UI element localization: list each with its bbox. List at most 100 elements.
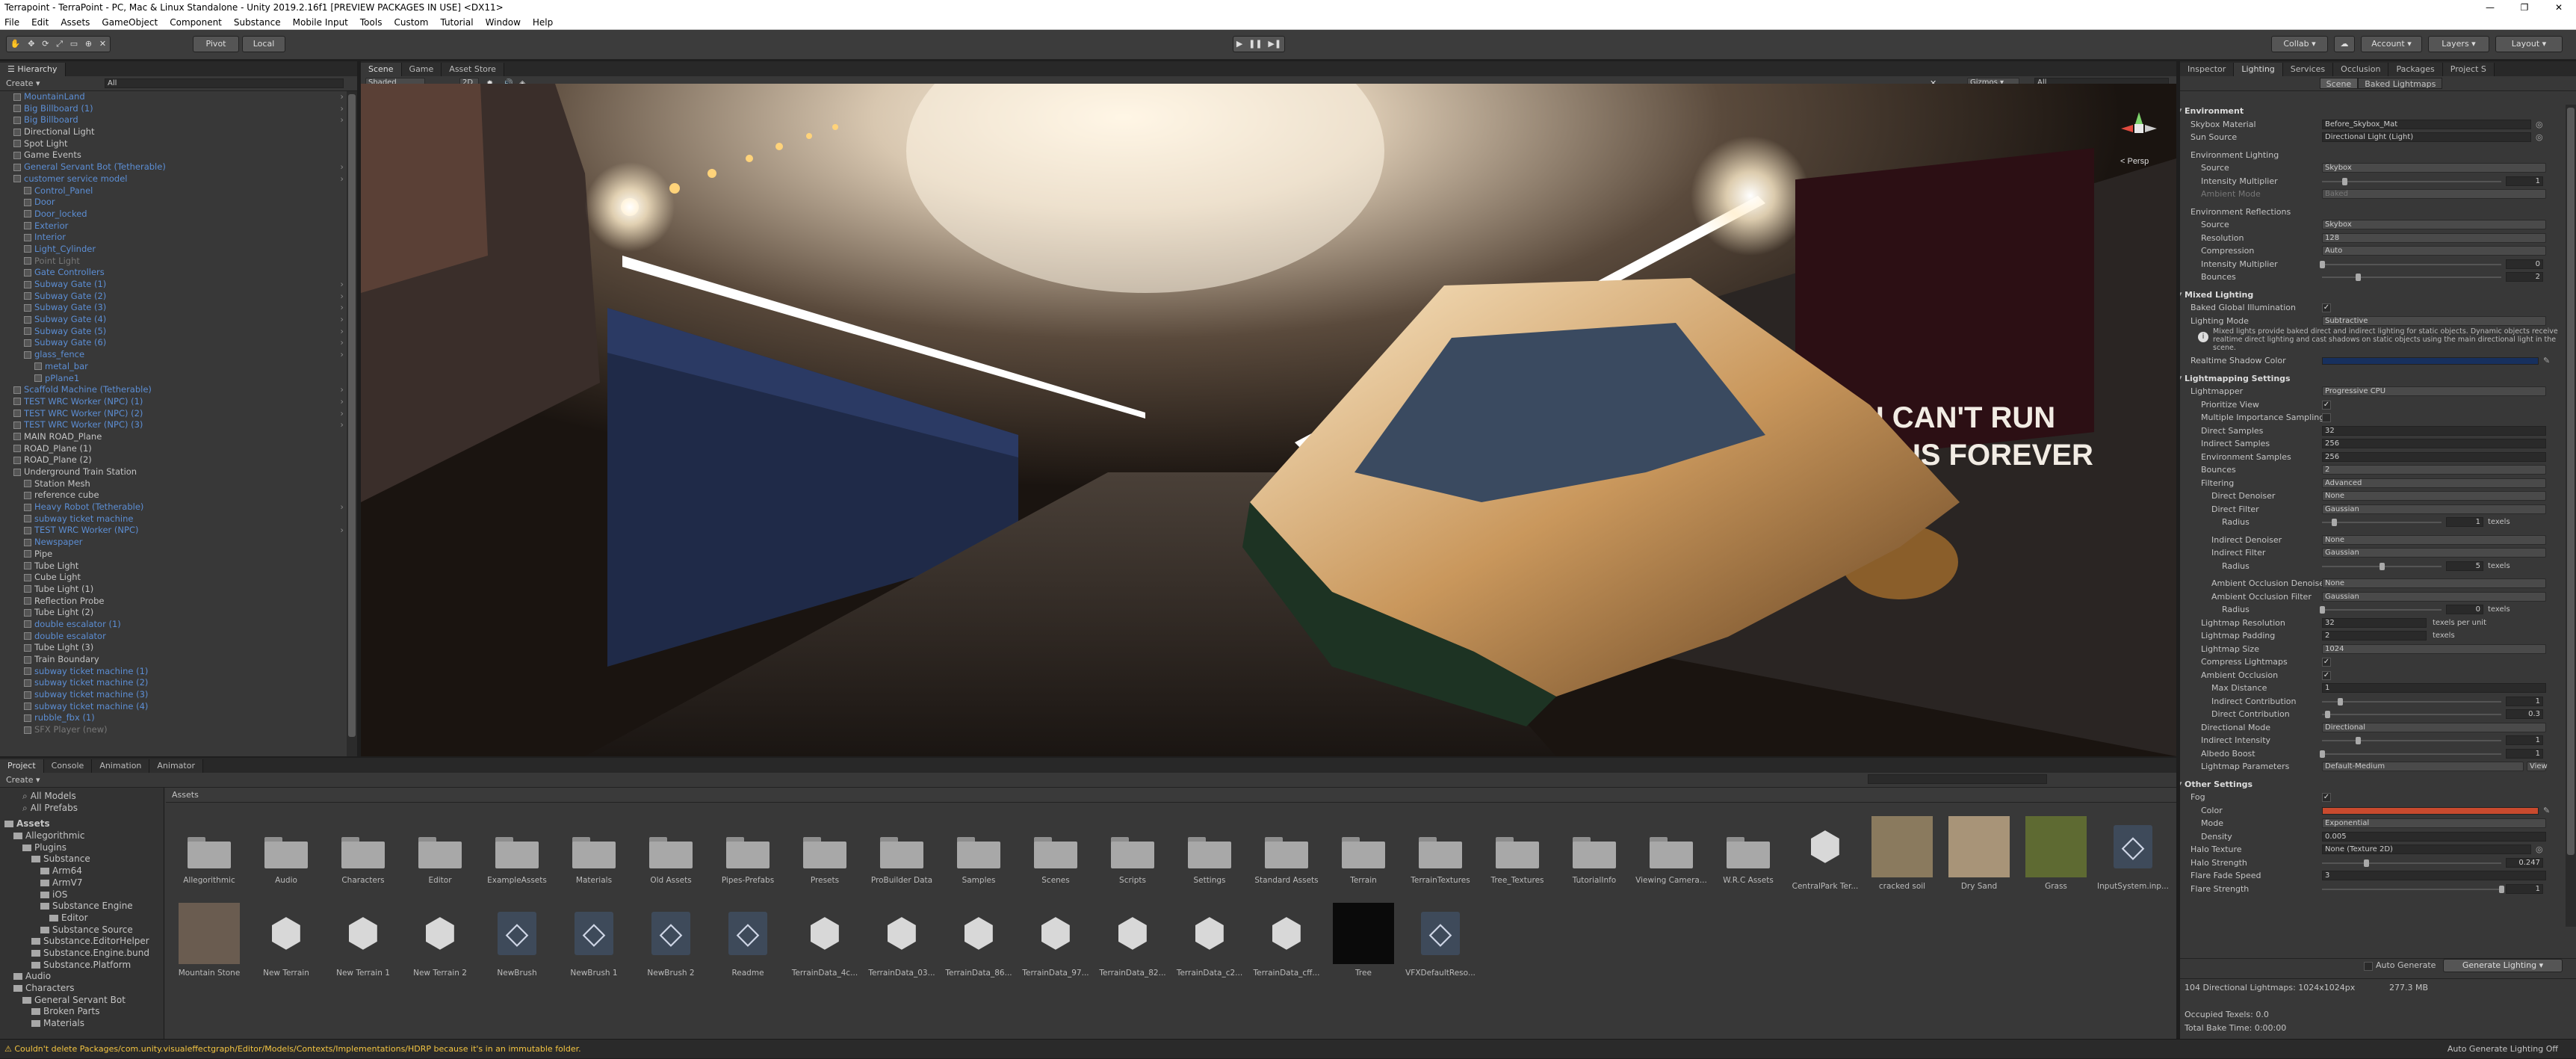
slider-track[interactable] [2322, 714, 2501, 715]
tab-lighting[interactable]: Lighting [2234, 63, 2283, 76]
chevron-right-icon[interactable]: › [340, 525, 344, 537]
local-toggle[interactable]: Local [242, 36, 285, 52]
asset-item[interactable]: Audio [249, 816, 323, 885]
setting-dropdown[interactable]: Default-Medium [2322, 762, 2524, 771]
menu-window[interactable]: Window [486, 17, 521, 28]
hierarchy-item[interactable]: subway ticket machine (1) [0, 666, 347, 678]
asset-item[interactable]: ◇ NewBrush 1 [557, 903, 631, 978]
hierarchy-item[interactable]: ROAD_Plane (1) [0, 443, 347, 455]
setting-dropdown[interactable]: Advanced [2322, 478, 2546, 488]
pause-icon[interactable]: ❚❚ [1248, 37, 1262, 52]
section-header[interactable]: Environment [2185, 105, 2244, 118]
custom-tool-icon[interactable]: ✕ [99, 37, 106, 52]
chevron-right-icon[interactable]: › [340, 337, 344, 349]
slider-handle[interactable] [2499, 885, 2504, 893]
hierarchy-item[interactable]: TEST WRC Worker (NPC) (1) › [0, 396, 347, 408]
asset-item[interactable]: ProBuilder Data [864, 816, 939, 885]
setting-dropdown[interactable]: None [2322, 491, 2546, 501]
setting-checkbox[interactable]: ✓ [2322, 303, 2331, 312]
asset-item[interactable]: Tree [1326, 903, 1401, 978]
setting-checkbox[interactable] [2322, 413, 2331, 422]
asset-item[interactable]: ⬢ TerrainData_86... [941, 903, 1016, 978]
generate-lighting-button[interactable]: Generate Lighting ▾ [2443, 959, 2563, 972]
chevron-right-icon[interactable]: › [340, 384, 344, 396]
account-dropdown[interactable]: Account ▾ [2361, 36, 2422, 52]
tab-animation[interactable]: Animation [92, 759, 150, 773]
slider-value[interactable]: 0.247 [2506, 857, 2543, 868]
asset-item[interactable]: W.R.C Assets [1711, 816, 1786, 885]
slider-handle[interactable] [2380, 562, 2385, 570]
folder-tree-item[interactable]: Materials [0, 1018, 164, 1030]
setting-dropdown[interactable]: Baked [2322, 189, 2546, 199]
hierarchy-item[interactable]: Train Boundary [0, 654, 347, 666]
chevron-right-icon[interactable]: › [340, 279, 344, 291]
tab-services[interactable]: Services [2282, 63, 2334, 76]
menu-component[interactable]: Component [170, 17, 222, 28]
project-breadcrumb[interactable]: Assets [172, 790, 199, 800]
folder-tree-item[interactable]: ArmV7 [0, 877, 164, 889]
slider-track[interactable] [2322, 753, 2501, 755]
slider-value[interactable]: 0.3 [2506, 709, 2543, 719]
asset-item[interactable]: ⬢ CentralPark Ter... [1788, 816, 1863, 891]
hierarchy-item[interactable]: Cube Light [0, 572, 347, 584]
asset-item[interactable]: ⬢ TerrainData_c2... [1172, 903, 1247, 978]
object-field[interactable]: Before_Skybox_Mat [2322, 119, 2531, 129]
step-icon[interactable]: ▶❚ [1268, 37, 1281, 52]
slider-value[interactable]: 0 [2506, 259, 2543, 269]
project-create-dropdown[interactable]: Create ▾ [6, 775, 40, 785]
transform-tools[interactable]: ✋ ✥ ⟳ ⤢ ▭ ⊕ ✕ [6, 36, 111, 52]
slider-value[interactable]: 1 [2446, 517, 2483, 527]
favorite-item[interactable]: ⌕ All Models [0, 791, 164, 803]
slider-track[interactable] [2322, 888, 2501, 890]
hierarchy-item[interactable]: Door [0, 197, 347, 209]
menu-file[interactable]: File [4, 17, 19, 28]
chevron-right-icon[interactable]: › [340, 291, 344, 303]
menu-assets[interactable]: Assets [61, 17, 90, 28]
eyedropper-icon[interactable]: ✎ [2543, 354, 2550, 368]
hierarchy-item[interactable]: Exterior [0, 220, 347, 232]
collab-button[interactable]: Collab ▾ [2271, 36, 2328, 52]
hierarchy-item[interactable]: rubble_fbx (1) [0, 712, 347, 724]
hierarchy-item[interactable]: subway ticket machine [0, 513, 347, 525]
asset-item[interactable]: Terrain [1326, 816, 1401, 885]
minimize-button[interactable]: — [2473, 0, 2507, 15]
chevron-right-icon[interactable]: › [340, 302, 344, 314]
hierarchy-item[interactable]: double escalator (1) [0, 619, 347, 631]
asset-item[interactable]: ⬢ New Terrain [249, 903, 323, 978]
setting-field[interactable]: 1 [2322, 683, 2546, 693]
hierarchy-item[interactable]: glass_fence › [0, 349, 347, 361]
slider-handle[interactable] [2356, 737, 2361, 744]
create-dropdown[interactable]: Create ▾ [6, 78, 40, 88]
setting-field[interactable]: 256 [2322, 439, 2546, 448]
setting-dropdown[interactable]: Skybox [2322, 220, 2546, 229]
layers-dropdown[interactable]: Layers ▾ [2428, 36, 2489, 52]
play-icon[interactable]: ▶ [1236, 37, 1242, 52]
menu-substance[interactable]: Substance [234, 17, 281, 28]
hierarchy-item[interactable]: Tube Light [0, 561, 347, 572]
folder-tree-item[interactable]: Allegorithmic [0, 830, 164, 842]
folder-tree-item[interactable]: Audio [0, 971, 164, 983]
color-swatch[interactable] [2322, 806, 2539, 815]
move-tool-icon[interactable]: ✥ [28, 37, 34, 52]
asset-item[interactable]: Presets [787, 816, 862, 885]
asset-item[interactable]: Allegorithmic [172, 816, 247, 885]
hierarchy-item[interactable]: Door_locked [0, 209, 347, 220]
asset-item[interactable]: Scenes [1018, 816, 1093, 885]
asset-item[interactable]: Samples [941, 816, 1016, 885]
cloud-icon[interactable]: ☁ [2334, 36, 2355, 52]
hierarchy-item[interactable]: TEST WRC Worker (NPC) (2) › [0, 408, 347, 420]
object-picker-icon[interactable]: ◎ [2536, 118, 2543, 132]
folder-tree-item[interactable]: Characters [0, 983, 164, 995]
section-header[interactable]: Other Settings [2185, 778, 2253, 791]
hierarchy-item[interactable]: SFX Player (new) [0, 724, 347, 736]
hierarchy-item[interactable]: Pipe [0, 549, 347, 561]
eyedropper-icon[interactable]: ✎ [2543, 804, 2550, 818]
slider-handle[interactable] [2342, 177, 2347, 185]
asset-item[interactable]: ◇ InputSystem.inp... [2096, 816, 2170, 891]
auto-generate-checkbox[interactable] [2364, 962, 2373, 971]
hierarchy-item[interactable]: Tube Light (1) [0, 584, 347, 596]
setting-dropdown[interactable]: 128 [2322, 232, 2546, 243]
slider-handle[interactable] [2356, 274, 2361, 281]
asset-item[interactable]: ExampleAssets [480, 816, 554, 885]
menu-mobile-input[interactable]: Mobile Input [293, 17, 348, 28]
